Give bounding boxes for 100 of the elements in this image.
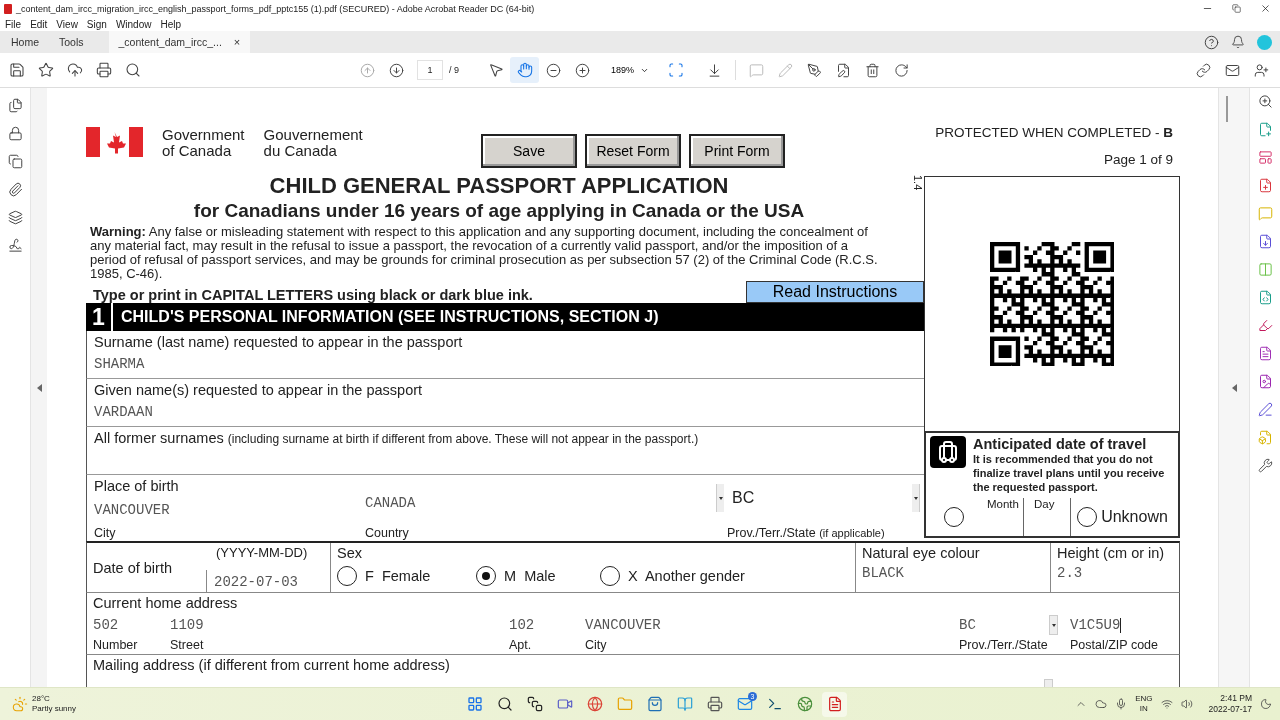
eye-colour-field[interactable]: BLACK — [862, 565, 1044, 581]
date-of-birth-field[interactable]: 2022-07-03 — [206, 570, 330, 592]
pointer-tool-icon — [487, 62, 504, 78]
street-field[interactable]: 1109 — [170, 615, 509, 635]
country-field[interactable]: CANADA — [365, 495, 716, 511]
field-label: Prov./Terr./State — [959, 638, 1049, 652]
document-icon[interactable] — [1257, 346, 1273, 361]
menu-item[interactable]: View — [56, 18, 78, 30]
wifi-icon[interactable] — [1160, 698, 1173, 710]
field-label: Date of birth — [93, 559, 173, 576]
search-icon — [496, 696, 513, 712]
file-export-icon[interactable] — [1257, 234, 1273, 249]
microphone-icon[interactable] — [1115, 698, 1128, 710]
book-icon — [676, 696, 693, 712]
surname-field[interactable]: SHARMA — [94, 356, 917, 372]
save-icon — [8, 62, 25, 78]
suitcase-icon — [930, 436, 966, 468]
travel-note: It is recommended that you do not finalize travel plans until you receive the requested passport. — [973, 452, 1166, 494]
zoom-in-icon — [575, 62, 590, 78]
field-label: All former surnames — [94, 430, 224, 446]
cloud-icon[interactable] — [1095, 698, 1108, 710]
zoom-icon[interactable] — [1257, 94, 1273, 109]
language-indicator[interactable]: ENG IN — [1135, 694, 1153, 714]
field-label: Given name(s) requested to appear in the passport — [94, 382, 424, 398]
form-button[interactable]: Save — [481, 134, 577, 168]
layers-icon[interactable] — [7, 210, 23, 225]
postal-code-field[interactable]: V1C5U9 — [1070, 615, 1179, 635]
day-field[interactable]: Day — [1034, 498, 1055, 510]
menu-item[interactable]: Window — [115, 18, 152, 30]
terminal-icon — [766, 696, 783, 712]
file-code-icon[interactable] — [1257, 290, 1273, 305]
pdf-app-icon — [826, 696, 843, 712]
help-icon[interactable] — [1204, 34, 1219, 50]
warning-text: Warning: Any false or misleading statement with respect to this application and any supporting document, including the concealment of any material fact, may result in the refusal to issue a passport, the revocation of a currently valid passport, and/or the imposition of a period of refusal of passport services, and may be grounds for criminal prosecution as per subsection 57 (2) of the Criminal Code (R.C.S. 1985, C-46). — [90, 224, 878, 281]
field-label: Postal/ZIP code — [1070, 638, 1159, 652]
read-instructions-button[interactable]: Read Instructions — [746, 281, 924, 303]
file-plus-icon[interactable] — [1257, 122, 1273, 137]
form-button[interactable]: Reset Form — [585, 134, 681, 168]
menu-item[interactable]: File — [5, 18, 22, 30]
browser-icon — [586, 696, 603, 712]
signature-icon[interactable] — [7, 238, 23, 253]
paperclip-icon[interactable] — [7, 182, 23, 197]
field-label: City — [94, 526, 117, 540]
pdf-app-taskbar-button[interactable] — [822, 691, 847, 717]
scroll-mode-icon — [707, 62, 722, 78]
month-field[interactable]: Month — [987, 498, 1019, 510]
field-label: Natural eye colour — [862, 545, 981, 561]
section-number: 1 — [86, 303, 113, 331]
wrench-icon[interactable] — [1257, 458, 1273, 473]
layout-icon[interactable] — [1257, 150, 1273, 165]
protection-label: PROTECTED WHEN COMPLETED - B — [935, 125, 1173, 140]
edit-icon — [836, 62, 851, 78]
street-number-field[interactable]: 502 — [93, 615, 170, 635]
highlighter-icon[interactable] — [1257, 318, 1273, 333]
speaker-icon[interactable] — [1180, 698, 1193, 710]
folder-icon — [616, 696, 633, 712]
clock[interactable]: 2:41 PM 2022-07-17 — [1208, 693, 1252, 715]
expand-arrow-icon[interactable] — [1231, 383, 1237, 392]
search-icon — [124, 62, 141, 78]
zoom-out-icon — [546, 62, 561, 78]
pages-icon[interactable] — [7, 98, 23, 113]
tab[interactable]: _content_dam_ircc_... × — [108, 31, 251, 53]
image-file-icon[interactable] — [1257, 374, 1273, 389]
moon-icon[interactable] — [1260, 698, 1272, 710]
apartment-field[interactable]: 102 — [509, 615, 585, 635]
dropdown-arrow-icon — [913, 496, 918, 500]
height-field[interactable]: 2.3 — [1057, 565, 1173, 581]
zoom-dropdown[interactable]: 189% — [607, 60, 653, 80]
pen-icon[interactable] — [1257, 402, 1273, 417]
radio-button[interactable] — [943, 507, 964, 527]
radio-button[interactable] — [1077, 507, 1098, 527]
lock-icon[interactable] — [7, 126, 23, 141]
mail-icon — [736, 696, 753, 712]
form-button[interactable]: Print Form — [689, 134, 785, 168]
collapse-arrow-icon[interactable] — [36, 383, 42, 392]
file-add-icon[interactable] — [1257, 178, 1273, 193]
radio-button[interactable] — [600, 566, 620, 586]
copy-icon[interactable] — [7, 154, 23, 169]
province-dropdown[interactable]: BC — [716, 484, 920, 512]
field-hint: (YYYY-MM-DD) — [215, 545, 309, 560]
province-dropdown[interactable]: BC — [959, 615, 1070, 635]
menu-item[interactable]: Sign — [86, 18, 107, 30]
field-label: Current home address — [93, 595, 239, 611]
menu-item[interactable]: Help — [160, 18, 182, 30]
menu-item[interactable]: Edit — [30, 18, 48, 30]
tab[interactable]: Home — [2, 31, 48, 53]
radio-button[interactable] — [476, 566, 496, 586]
city-field[interactable]: VANCOUVER — [585, 615, 959, 635]
scrollbar-thumb[interactable] — [1226, 96, 1228, 122]
hand-tool-button[interactable] — [510, 57, 539, 83]
page-number-field[interactable]: 1 — [417, 60, 443, 80]
bell-icon[interactable] — [1231, 35, 1245, 49]
previous-page-icon — [360, 62, 375, 78]
given-name-field[interactable]: VARDAAN — [94, 404, 917, 420]
radio-label: Unknown — [1101, 508, 1168, 526]
radio-button[interactable] — [337, 566, 357, 586]
restore-icon — [1232, 4, 1241, 13]
city-field[interactable]: VANCOUVER — [94, 502, 365, 518]
close-tab-button[interactable]: × — [233, 36, 241, 48]
tab[interactable]: Tools — [50, 31, 93, 53]
